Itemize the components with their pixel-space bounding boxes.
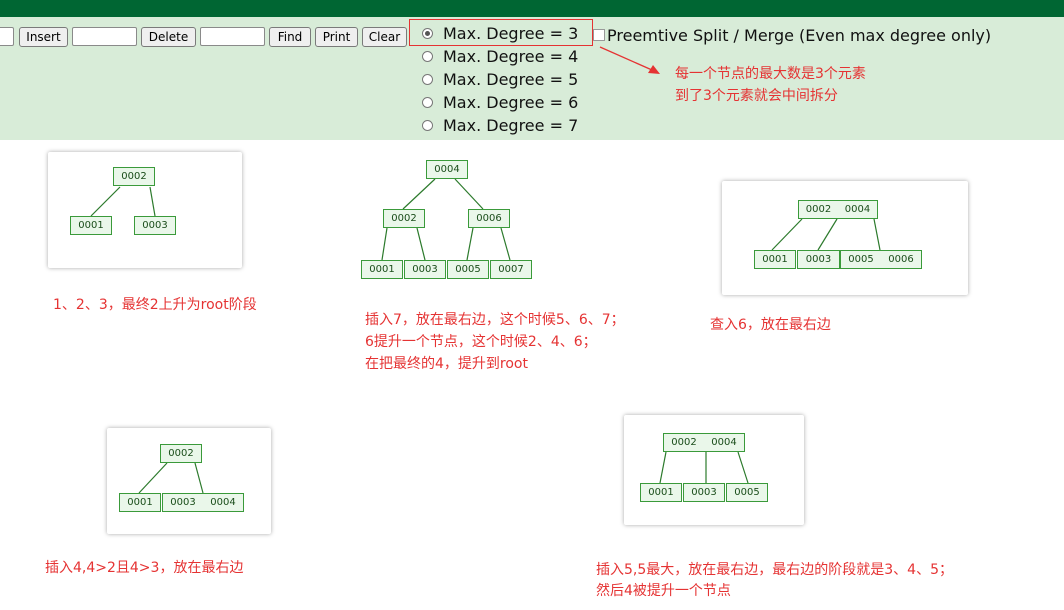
- key: 0002: [805, 204, 832, 215]
- key: 0004: [210, 497, 236, 508]
- caption-4: 插入4,4>2且4>3，放在最右边: [45, 560, 244, 576]
- tree-node-leaf: 0003: [683, 483, 725, 502]
- caption-2-line-1: 插入7，放在最右边，这个时候5、6、7；: [365, 312, 625, 328]
- tree-node-root: 0002: [160, 444, 202, 463]
- caption-5-line-1: 插入5,5最大，放在最右边，最右边的阶段就是3、4、5；: [596, 562, 953, 578]
- annotation-line-1: 每一个节点的最大数是3个元素: [675, 66, 866, 82]
- tree-node-leaf: 0001: [119, 493, 161, 512]
- tree-card-3: 0002 0004 0001 0003 0005 0006: [722, 181, 968, 295]
- caption-2-line-3: 在把最终的4，提升到root: [365, 356, 528, 372]
- key: 0003: [170, 497, 196, 508]
- tree-card-5: 0002 0004 0001 0003 0005: [624, 415, 804, 525]
- key: 0004: [711, 437, 737, 448]
- caption-1: 1、2、3，最终2上升为root阶段: [53, 297, 257, 313]
- tree-node-leaf: 0007: [490, 260, 532, 279]
- tree-card-4: 0002 0001 0003 0004: [107, 428, 271, 534]
- tree-node-root: 0002 0004: [798, 200, 878, 219]
- tree-node-leaf: 0001: [754, 250, 796, 269]
- tree-node-leaf: 0003: [134, 216, 176, 235]
- key: 0002: [671, 437, 697, 448]
- tree-node-root: 0004: [426, 160, 468, 179]
- tree-node-root: 0002: [113, 167, 155, 186]
- key: 0006: [888, 254, 914, 265]
- tree-node-leaf: 0003: [404, 260, 446, 279]
- tree-node-leaf: 0003: [797, 250, 840, 269]
- tree-node-internal: 0006: [468, 209, 510, 228]
- tree-node-leaf: 0005: [447, 260, 489, 279]
- caption-3: 查入6，放在最右边: [710, 317, 831, 333]
- key: 0005: [848, 254, 874, 265]
- caption-2-line-2: 6提升一个节点，这个时候2、4、6；: [365, 334, 597, 350]
- tree-node-leaf: 0001: [640, 483, 682, 502]
- tree-edges: [659, 451, 749, 484]
- tree-node-leaf: 0001: [361, 260, 403, 279]
- tree-node-leaf: 0001: [70, 216, 112, 235]
- tree-card-1: 0002 0001 0003: [48, 152, 242, 268]
- tree-edges: [771, 218, 881, 251]
- key: 0003: [805, 254, 832, 265]
- annotation-line-2: 到了3个元素就会中间拆分: [675, 88, 838, 104]
- key: 0004: [844, 204, 871, 215]
- tree-node-internal: 0002: [383, 209, 425, 228]
- tree-node-leaf: 0005: [726, 483, 768, 502]
- caption-5-line-2: 然后4被提升一个节点: [596, 583, 731, 599]
- tree-node-root: 0002 0004: [663, 433, 745, 452]
- tree-card-2: 0004 0002 0006 0001 0003 0005 0007: [355, 152, 538, 284]
- tree-node-leaf: 0005 0006: [840, 250, 922, 269]
- tree-node-leaf: 0003 0004: [162, 493, 244, 512]
